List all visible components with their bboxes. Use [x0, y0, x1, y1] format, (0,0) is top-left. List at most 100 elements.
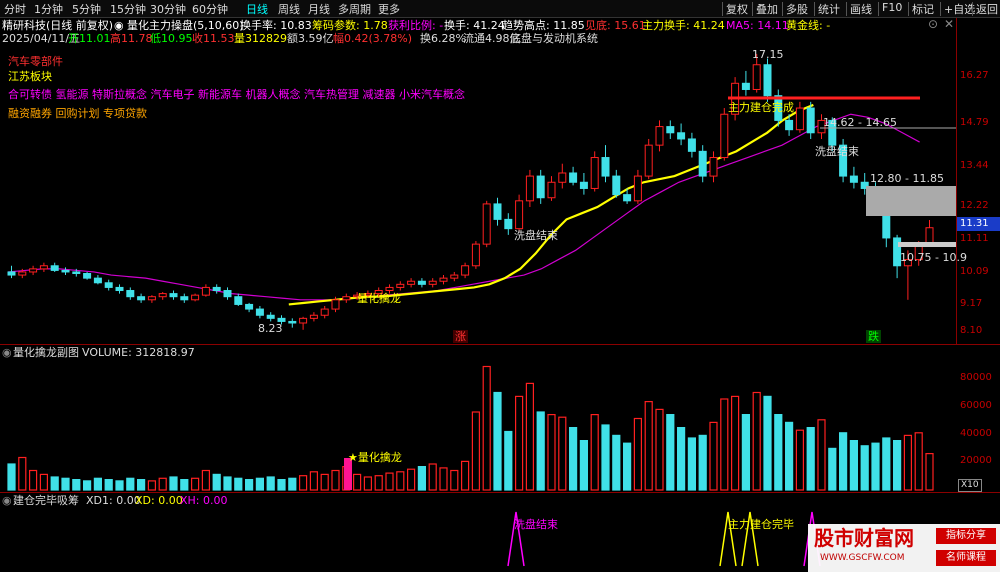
candle-body — [504, 218, 513, 230]
volume-bar — [115, 480, 124, 491]
candle-body — [245, 303, 254, 310]
candle-body — [39, 265, 48, 270]
bottom-panel-title[interactable]: 建仓完毕吸筹 — [13, 494, 79, 507]
volume-bar — [288, 477, 297, 491]
candle-body — [623, 194, 632, 202]
candle-body — [93, 277, 102, 284]
volume-bar — [784, 421, 794, 491]
volume-bar — [860, 445, 869, 491]
volume-bar — [504, 430, 513, 491]
volume-bar — [299, 475, 308, 491]
volume-bar — [730, 395, 740, 491]
candle-body — [482, 203, 491, 245]
candle-body — [569, 172, 578, 183]
candle-body — [385, 286, 394, 292]
volume-bar — [774, 414, 783, 491]
indicator-share-button[interactable]: 指标分享 — [936, 528, 996, 544]
volume-bar — [795, 429, 805, 491]
volume-bar — [655, 408, 664, 491]
volume-tick-label: 80000 — [960, 372, 992, 383]
volume-settings-icon[interactable]: ◉ — [2, 346, 12, 359]
candle-body — [590, 157, 599, 189]
volume-bar — [191, 477, 200, 491]
candle-body — [601, 157, 610, 177]
volume-bar — [763, 395, 772, 491]
volume-bar — [180, 479, 189, 491]
volume-bar — [838, 432, 848, 491]
candle-body — [61, 269, 70, 273]
volume-bar — [223, 476, 232, 491]
volume-bar — [169, 476, 178, 491]
support-zone — [898, 242, 956, 247]
candle-body — [396, 283, 405, 288]
candle-body — [288, 320, 297, 324]
candle-body — [50, 265, 59, 271]
candle-body — [633, 175, 642, 202]
candlestick-chart[interactable] — [0, 0, 1000, 572]
candle-body — [18, 271, 27, 276]
candle-body — [180, 296, 189, 301]
volume-bar — [29, 469, 38, 491]
volume-panel-title[interactable]: 量化擒龙副图 — [13, 346, 79, 359]
volume-bar — [353, 473, 362, 491]
candle-body — [277, 317, 286, 322]
volume-bar — [417, 466, 426, 491]
volume-bar — [676, 427, 686, 491]
volume-bar — [882, 437, 891, 491]
volume-bar — [93, 477, 103, 491]
volume-bar — [612, 434, 621, 491]
volume-bar — [644, 401, 653, 491]
volume-bar — [892, 440, 902, 491]
volume-bar — [482, 365, 491, 491]
candle-body — [115, 286, 124, 292]
volume-unit: X10 — [958, 479, 982, 492]
volume-bar — [147, 480, 156, 491]
candle-body — [741, 82, 750, 90]
volume-bar — [396, 471, 405, 491]
candle-body — [417, 280, 426, 285]
candle-body — [158, 293, 167, 298]
volume-bar — [741, 414, 751, 491]
bottom-wash-label: 洗盘结束 — [514, 518, 558, 531]
range-label-3: 10.75 - 10.9 — [900, 251, 967, 264]
volume-bar — [547, 414, 556, 491]
candle-body — [137, 296, 146, 301]
candle-body — [795, 107, 804, 131]
volume-bar — [201, 469, 210, 491]
volume-bar — [720, 398, 729, 491]
candle-body — [126, 290, 135, 298]
volume-bar — [687, 437, 697, 491]
volume-tick-label: 60000 — [960, 400, 992, 411]
volume-bar — [104, 479, 113, 491]
candle-body — [806, 107, 815, 134]
watermark-site: 股市财富网 — [814, 526, 914, 550]
bottom-settings-icon[interactable]: ◉ — [2, 494, 12, 507]
volume-bar — [525, 382, 535, 491]
volume-bar — [439, 467, 448, 491]
main-done-label: 主力建仓完成 — [728, 101, 794, 114]
candle-body — [849, 175, 858, 183]
candle-body — [709, 157, 718, 177]
volume-bar — [82, 480, 92, 491]
volume-bar — [806, 427, 815, 491]
volume-bar — [363, 476, 372, 491]
volume-bar — [536, 411, 545, 491]
volume-bar — [450, 469, 459, 491]
candle-body — [666, 126, 675, 134]
candle-body — [234, 296, 243, 305]
volume-bar — [558, 416, 567, 491]
teacher-course-button[interactable]: 名师课程 — [936, 550, 996, 566]
candle-body — [644, 144, 653, 177]
volume-bar — [817, 419, 826, 491]
candle-body — [223, 290, 232, 298]
volume-bar — [471, 411, 480, 491]
candle-body — [331, 299, 340, 310]
candle-body — [169, 293, 178, 298]
volume-bar — [428, 463, 437, 491]
candle-body — [342, 296, 351, 301]
volume-bar — [601, 424, 610, 491]
volume-bar — [903, 434, 913, 491]
volume-bar — [752, 391, 761, 491]
range-label-2: 12.80 - 11.85 — [870, 172, 944, 185]
candle-body — [320, 308, 329, 316]
